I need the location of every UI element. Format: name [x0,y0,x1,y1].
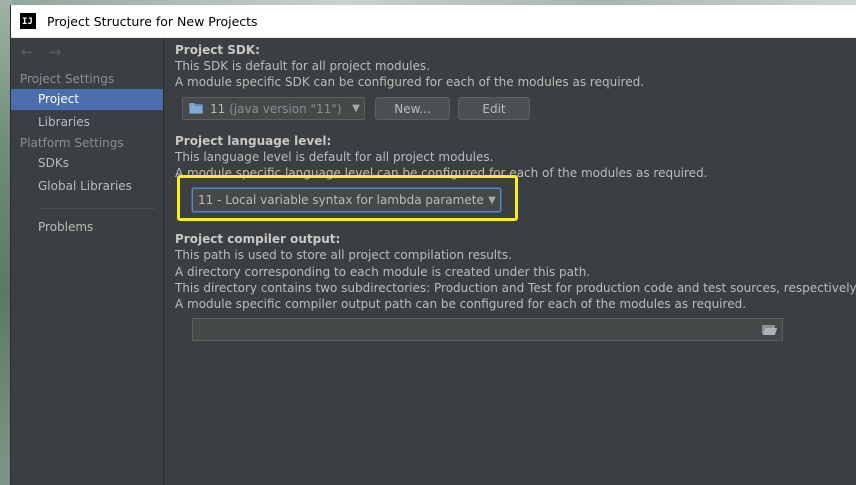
sdk-select[interactable]: 11 (java version "11") ▼ [182,97,365,120]
project-settings-panel: Project SDK: This SDK is default for all… [164,38,856,485]
language-description-1: This language level is default for all p… [175,150,494,164]
sidebar-item-libraries[interactable]: Libraries [11,112,163,133]
sidebar-item-global-libraries[interactable]: Global Libraries [11,176,163,197]
language-level-select[interactable]: 11 - Local variable syntax for lambda pa… [192,188,501,212]
chevron-down-icon: ▼ [488,194,496,206]
sdk-section-title: Project SDK: [175,43,260,57]
compiler-description-2: A directory corresponding to each module… [175,265,591,279]
sidebar-divider [38,208,155,209]
sidebar-item-problems[interactable]: Problems [11,217,163,238]
browse-folder-icon[interactable] [762,324,778,335]
intellij-app-icon: IJ [20,13,36,29]
sdk-description-2: A module specific SDK can be configured … [175,75,645,89]
compiler-description-3: This directory contains two subdirectori… [175,281,856,295]
project-settings-header: Project Settings [20,72,115,86]
back-arrow-icon[interactable]: ← [19,43,35,61]
sidebar-item-sdks[interactable]: SDKs [11,153,163,174]
compiler-description-4: A module specific compiler output path c… [175,297,747,311]
project-structure-window: IJ Project Structure for New Projects ← … [10,5,856,485]
sdk-version: 11 [210,101,226,116]
sdk-edit-button[interactable]: Edit [458,97,530,120]
compiler-output-path-field[interactable] [192,318,783,341]
platform-settings-header: Platform Settings [20,136,124,150]
sidebar-item-project[interactable]: Project [11,89,163,110]
title-bar[interactable]: IJ Project Structure for New Projects [11,5,856,38]
language-section-title: Project language level: [175,134,332,148]
language-level-value: 11 - Local variable syntax for lambda pa… [198,193,484,207]
nav-arrows: ← → [19,43,63,61]
window-title: Project Structure for New Projects [47,13,258,29]
forward-arrow-icon[interactable]: → [47,43,63,61]
sdk-description-1: This SDK is default for all project modu… [175,59,430,73]
sdk-new-button[interactable]: New... [375,97,450,120]
sdk-folder-icon [189,103,203,114]
compiler-section-title: Project compiler output: [175,232,341,246]
sidebar: ← → Project Settings Project Libraries P… [11,38,164,485]
sdk-version-detail: (java version "11") [229,101,342,116]
compiler-description-1: This path is used to store all project c… [175,248,512,262]
chevron-down-icon: ▼ [352,103,360,114]
